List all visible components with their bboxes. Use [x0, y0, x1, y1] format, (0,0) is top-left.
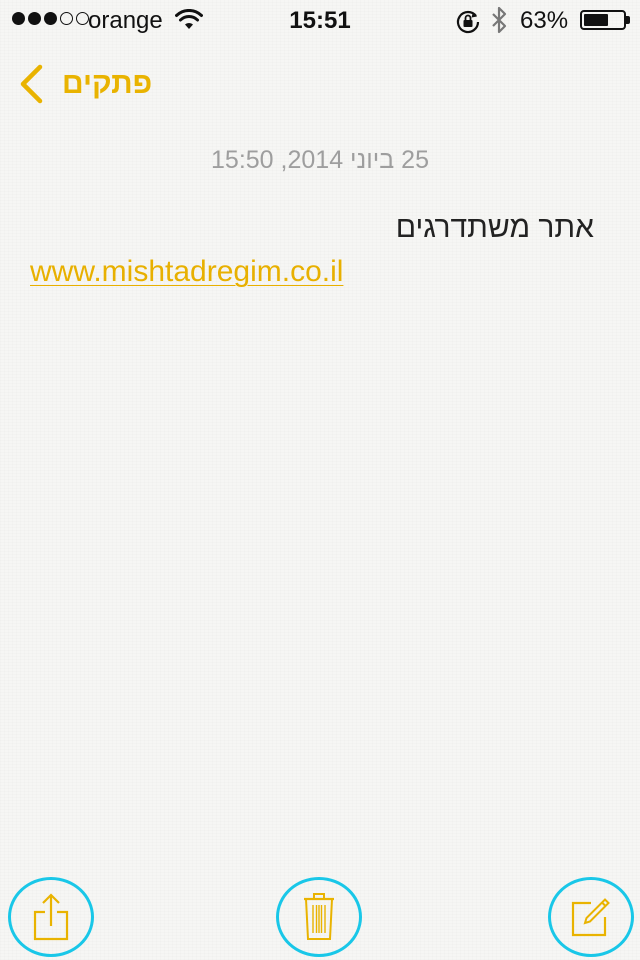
- back-button-label: פתקים: [62, 67, 153, 100]
- note-date: 25 ביוני 2014, 15:50: [211, 146, 429, 174]
- bluetooth-icon: [492, 6, 507, 34]
- chevron-left-icon: [20, 64, 43, 104]
- compose-icon: [571, 898, 610, 937]
- back-button[interactable]: פתקים: [18, 62, 152, 106]
- note-link[interactable]: www.mishtadregim.co.il: [30, 255, 343, 289]
- share-icon: [33, 893, 69, 941]
- status-bar: orange 15:51 63%: [0, 0, 640, 40]
- trash-button[interactable]: [276, 877, 362, 957]
- trash-icon: [304, 893, 334, 940]
- compose-button[interactable]: [548, 877, 634, 957]
- share-button[interactable]: [8, 877, 94, 957]
- battery-icon: [580, 10, 626, 30]
- battery-tip: [626, 16, 630, 24]
- rotation-lock-icon: [456, 10, 480, 34]
- note-title[interactable]: אתר משתדרגים: [396, 211, 594, 245]
- battery-level-fill: [584, 14, 608, 26]
- battery-percentage: 63%: [520, 7, 569, 34]
